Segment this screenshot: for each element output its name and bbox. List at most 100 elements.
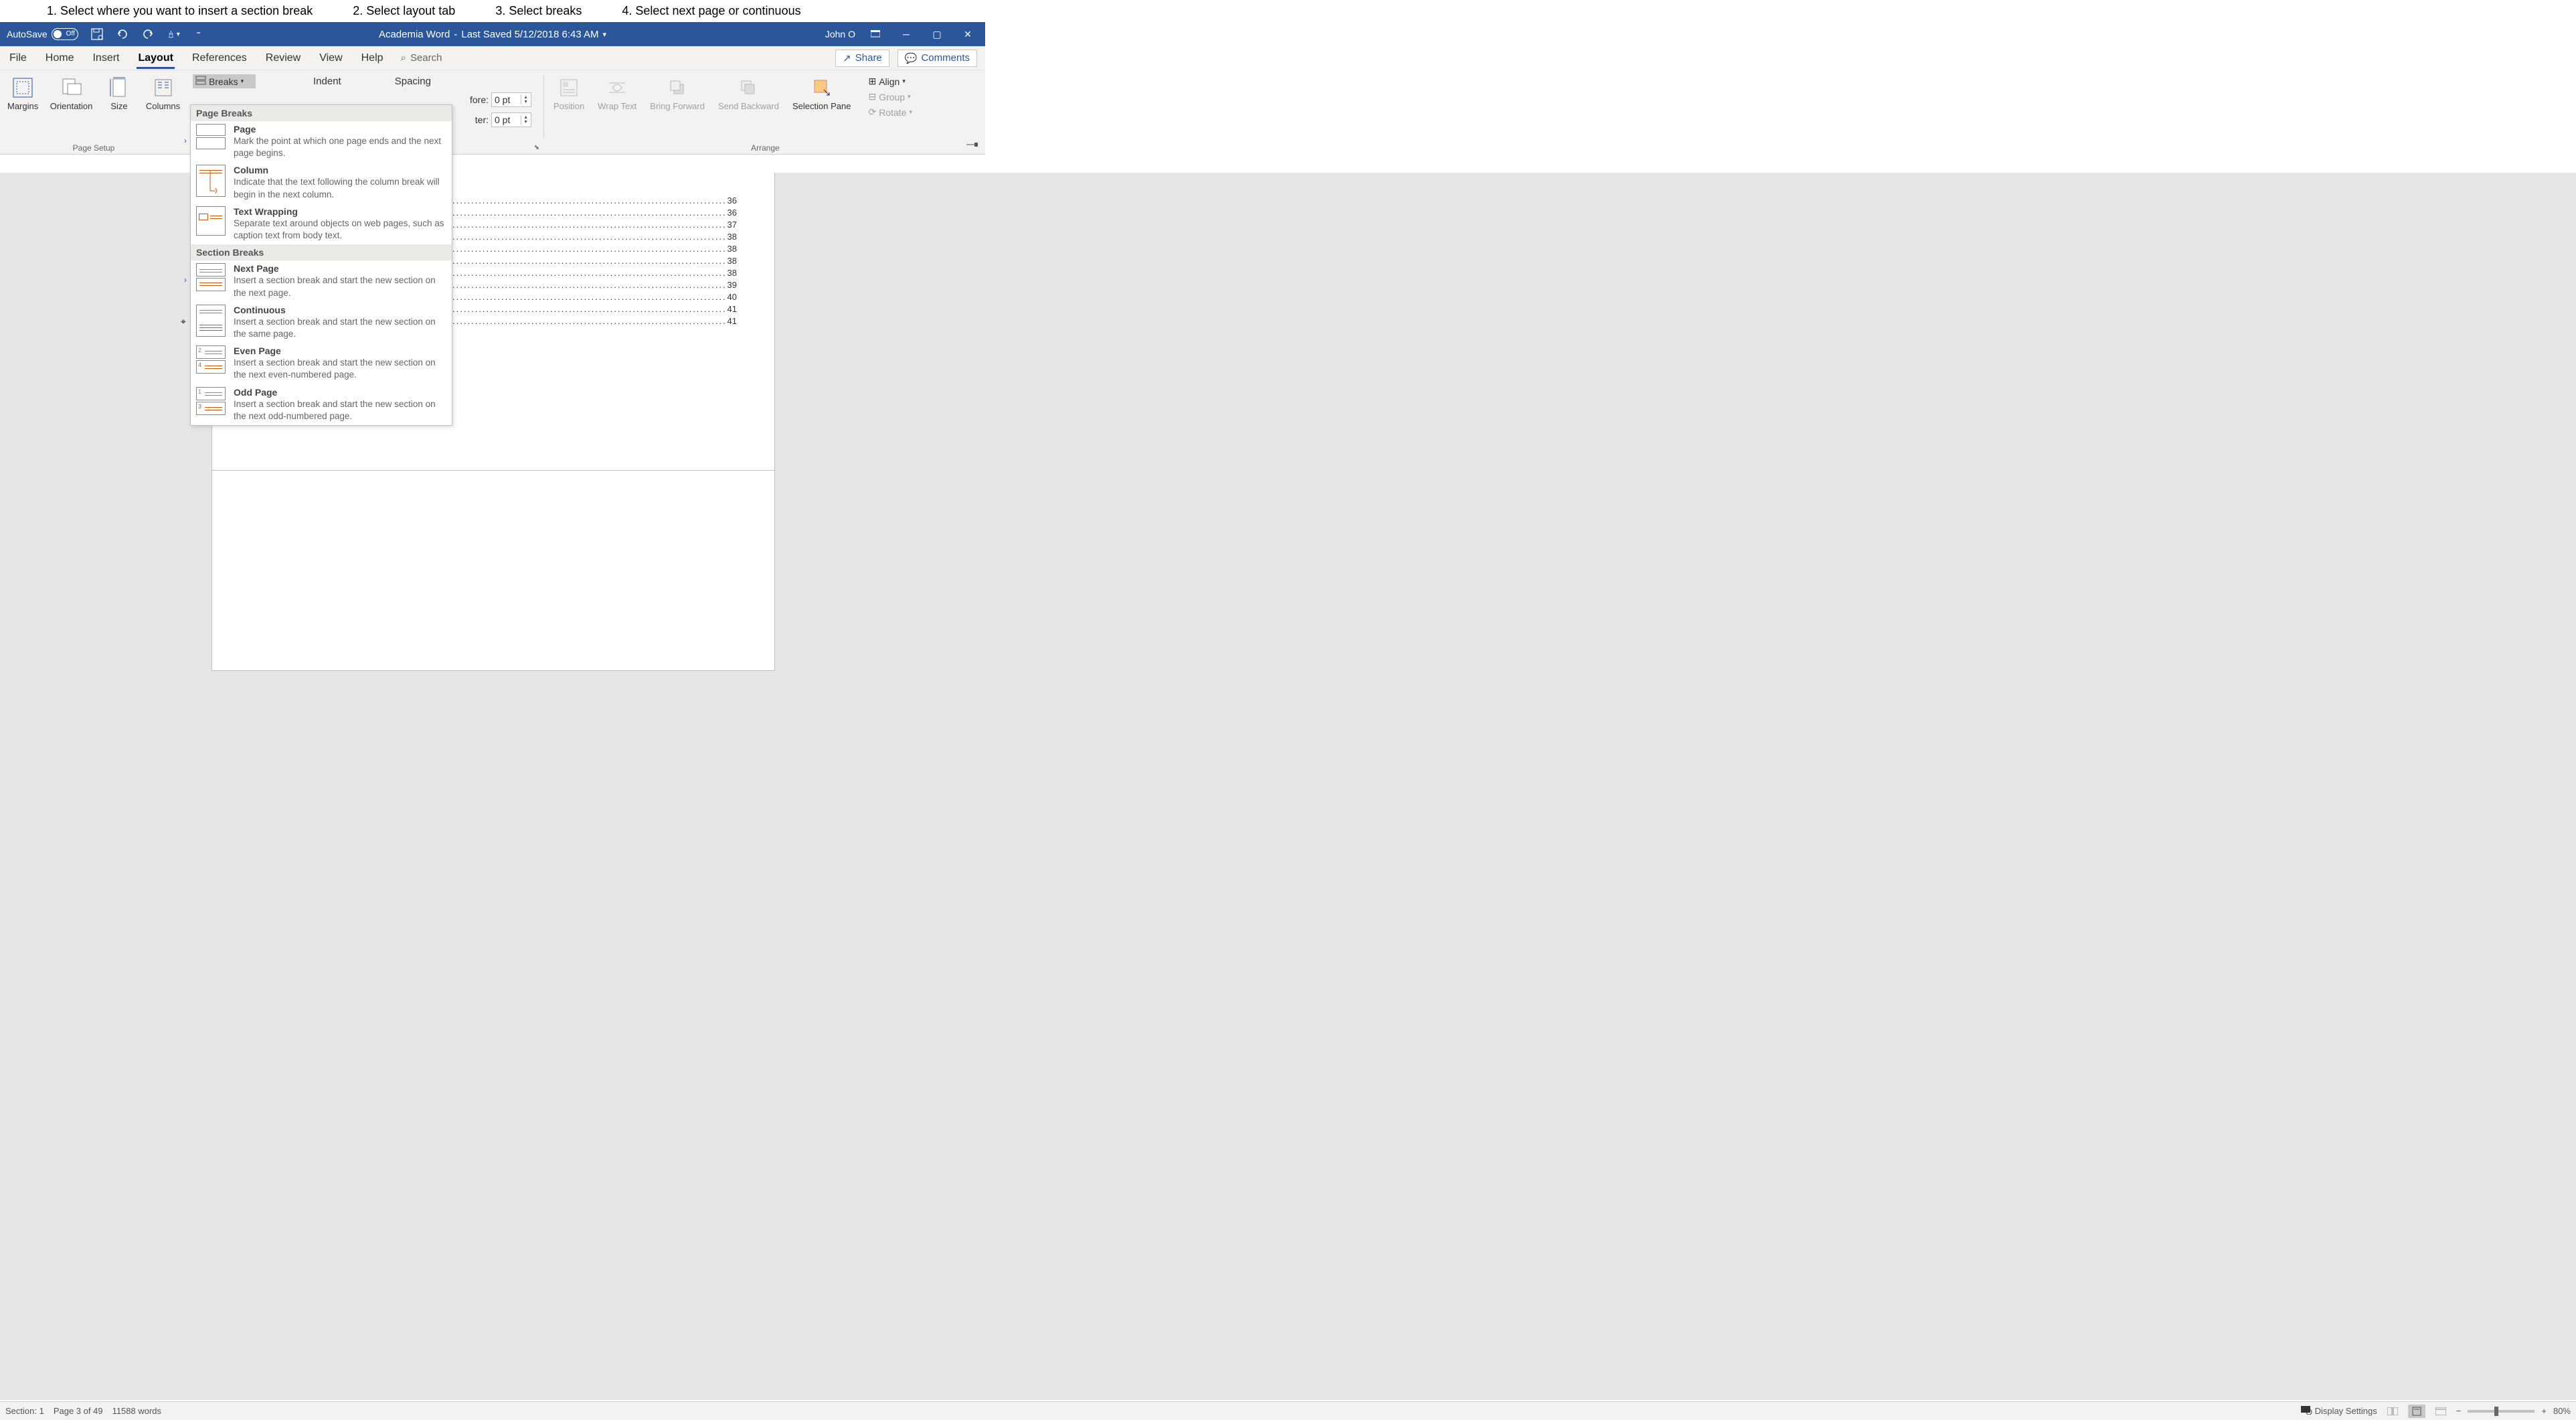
group-icon: ⊟	[868, 91, 876, 102]
paragraph-launcher-icon[interactable]: ⬊	[534, 144, 539, 151]
position-label: Position	[553, 101, 584, 112]
margins-label: Margins	[7, 101, 38, 112]
web-layout-view-icon[interactable]	[2432, 1405, 2450, 1418]
break-next-page-item[interactable]: › Next Page Insert a section break and s…	[191, 260, 452, 301]
search-box[interactable]: ⌕ Search	[401, 52, 442, 64]
status-bar: Section: 1 Page 3 of 49 11588 words Disp…	[0, 1401, 2576, 1420]
tab-insert[interactable]: Insert	[91, 48, 120, 68]
bring-forward-button[interactable]: Bring Forward	[647, 74, 707, 114]
zoom-slider[interactable]	[2468, 1410, 2535, 1413]
position-icon	[558, 77, 580, 98]
submenu-chevron-icon: ›	[184, 136, 187, 145]
user-name[interactable]: John O	[825, 29, 855, 40]
close-button[interactable]: ✕	[957, 26, 978, 42]
tab-home[interactable]: Home	[44, 48, 76, 68]
tab-file[interactable]: File	[8, 48, 28, 68]
align-icon: ⊞	[868, 76, 876, 87]
tab-view[interactable]: View	[318, 48, 343, 68]
collapse-ribbon-icon[interactable]	[966, 140, 978, 151]
columns-button[interactable]: Columns	[144, 74, 182, 114]
share-button[interactable]: ↗ Share	[835, 50, 889, 67]
spinner-arrows-icon[interactable]: ▲▼	[521, 115, 528, 125]
break-continuous-desc: Insert a section break and start the new…	[234, 316, 448, 340]
spacing-after-input[interactable]: ter: 0 pt ▲▼	[475, 112, 531, 127]
break-page-title: Page	[234, 124, 448, 135]
spacing-after-label: ter:	[475, 114, 489, 125]
zoom-level[interactable]: 80%	[2553, 1406, 2571, 1416]
breaks-button[interactable]: Breaks ▾	[193, 74, 256, 88]
wrap-text-button[interactable]: Wrap Text	[595, 74, 639, 114]
even-page-break-icon: 2 4	[195, 345, 227, 374]
save-icon[interactable]	[90, 27, 104, 41]
minimize-button[interactable]: ─	[895, 26, 917, 42]
break-column-item[interactable]: Column Indicate that the text following …	[191, 162, 452, 203]
break-odd-page-item[interactable]: 1 3 Odd Page Insert a section break and …	[191, 384, 452, 425]
print-layout-view-icon[interactable]	[2408, 1405, 2425, 1418]
break-column-desc: Indicate that the text following the col…	[234, 176, 448, 200]
selection-pane-icon	[811, 77, 833, 98]
spacing-after-value: 0 pt	[495, 114, 510, 125]
selection-pane-button[interactable]: Selection Pane	[790, 74, 853, 114]
zoom-in-button[interactable]: +	[2541, 1406, 2547, 1416]
comments-button[interactable]: 💬 Comments	[897, 50, 977, 67]
group-button[interactable]: ⊟Group▾	[865, 90, 915, 104]
size-button[interactable]: Size	[102, 74, 136, 114]
break-even-page-item[interactable]: 2 4 Even Page Insert a section break and…	[191, 343, 452, 384]
send-backward-button[interactable]: Send Backward	[715, 74, 782, 114]
status-words[interactable]: 11588 words	[112, 1406, 161, 1416]
instruction-step-4: 4. Select next page or continuous	[622, 4, 800, 18]
redo-icon[interactable]	[141, 27, 155, 41]
send-backward-icon	[738, 77, 759, 98]
undo-icon[interactable]	[116, 27, 129, 41]
comment-icon: 💬	[905, 52, 918, 64]
display-settings-label: Display Settings	[2315, 1406, 2377, 1416]
break-page-item[interactable]: › Page Mark the point at which one page …	[191, 121, 452, 162]
instruction-step-1: 1. Select where you want to insert a sec…	[47, 4, 313, 18]
break-continuous-item[interactable]: Continuous Insert a section break and st…	[191, 302, 452, 343]
maximize-button[interactable]: ▢	[926, 26, 948, 42]
spacing-header: Spacing	[395, 76, 431, 87]
align-button[interactable]: ⊞Align▾	[865, 74, 915, 88]
document-title[interactable]: Academia Word - Last Saved 5/12/2018 6:4…	[379, 29, 606, 40]
break-odd-page-desc: Insert a section break and start the new…	[234, 398, 448, 422]
spacing-before-input[interactable]: fore: 0 pt▲▼	[470, 92, 531, 107]
status-section[interactable]: Section: 1	[5, 1406, 44, 1416]
ribbon-tabs: File Home Insert Layout References Revie…	[0, 46, 985, 70]
rotate-icon: ⟳	[868, 106, 876, 118]
selection-pane-label: Selection Pane	[792, 101, 851, 112]
orientation-button[interactable]: Orientation	[48, 74, 94, 114]
break-text-wrapping-title: Text Wrapping	[234, 206, 448, 217]
chevron-down-icon: ▾	[908, 93, 911, 100]
titlebar: AutoSave Off ▾ ⁼ Academia Word - Last Sa…	[0, 22, 985, 46]
qat-customize-icon[interactable]: ⁼	[192, 27, 205, 41]
margins-button[interactable]: Margins	[5, 74, 40, 114]
submenu-chevron-icon: ›	[184, 275, 187, 285]
break-even-page-title: Even Page	[234, 345, 448, 356]
breaks-icon	[195, 76, 206, 87]
document-page-next[interactable]	[211, 470, 775, 671]
autosave-toggle[interactable]: AutoSave Off	[7, 28, 78, 40]
search-label: Search	[410, 52, 442, 64]
tab-references[interactable]: References	[191, 48, 248, 68]
autosave-switch[interactable]: Off	[52, 28, 78, 40]
status-page[interactable]: Page 3 of 49	[54, 1406, 103, 1416]
break-text-wrapping-item[interactable]: Text Wrapping Separate text around objec…	[191, 204, 452, 244]
touch-mode-icon[interactable]: ▾	[167, 27, 180, 41]
ribbon-display-options-icon[interactable]	[865, 26, 886, 42]
rotate-button[interactable]: ⟳Rotate▾	[865, 105, 915, 119]
display-settings-button[interactable]: Display Settings	[2300, 1405, 2377, 1417]
tab-review[interactable]: Review	[264, 48, 302, 68]
chevron-down-icon: ▾	[902, 78, 906, 85]
read-mode-view-icon[interactable]	[2384, 1405, 2401, 1418]
position-button[interactable]: Position	[551, 74, 587, 114]
break-text-wrapping-desc: Separate text around objects on web page…	[234, 218, 448, 242]
tab-help[interactable]: Help	[360, 48, 385, 68]
tab-layout[interactable]: Layout	[137, 48, 174, 68]
rotate-label: Rotate	[879, 107, 906, 118]
size-label: Size	[110, 101, 127, 112]
margins-icon	[12, 77, 33, 98]
share-label: Share	[855, 52, 882, 64]
comments-label: Comments	[921, 52, 970, 64]
zoom-out-button[interactable]: −	[2456, 1406, 2462, 1416]
spinner-arrows-icon[interactable]: ▲▼	[521, 95, 528, 104]
